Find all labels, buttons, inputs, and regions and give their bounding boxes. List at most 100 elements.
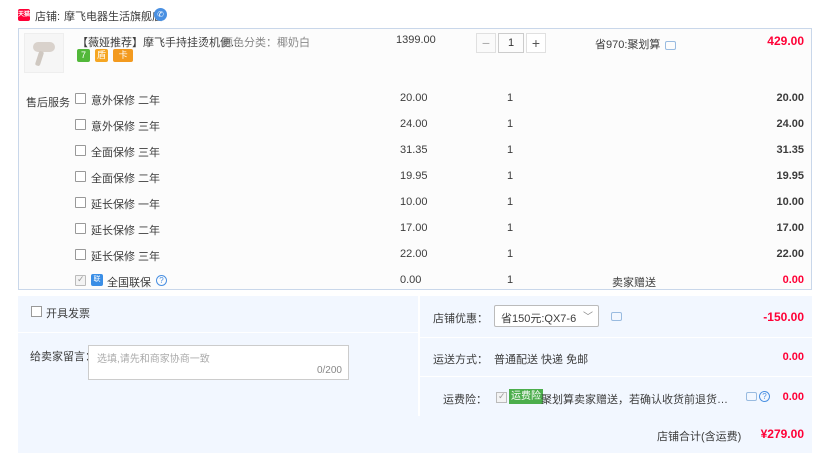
service-price: 31.35 — [400, 144, 428, 156]
insurance-checkbox — [496, 391, 507, 403]
service-name: 全面保修 二年 — [91, 173, 161, 185]
quantity-input[interactable]: 1 — [498, 33, 524, 53]
service-price: 22.00 — [400, 248, 428, 260]
steamer-handle — [34, 50, 45, 67]
service-price: 24.00 — [400, 118, 428, 130]
insurance-label: 运费险： — [443, 394, 487, 406]
tmall-icon: 天猫 — [18, 9, 30, 21]
service-row: 全面保修 二年 19.95 1 19.95 — [0, 168, 820, 188]
quantity-plus-button[interactable]: + — [526, 33, 546, 53]
divider — [420, 337, 812, 338]
service-checkbox[interactable] — [75, 197, 86, 208]
service-checkbox[interactable] — [75, 223, 86, 234]
service-amount: 31.35 — [776, 144, 804, 156]
credit-card-icon[interactable]: 卡 — [113, 49, 134, 62]
service-name: 延长保修 一年 — [91, 199, 161, 211]
service-amount: 24.00 — [776, 118, 804, 130]
service-name: 延长保修 二年 — [91, 225, 161, 237]
guarantee-name: 全国联保 — [107, 277, 151, 289]
seven-day-return-icon[interactable]: 7 — [77, 49, 90, 62]
discount-text: 省970:聚划算 — [595, 39, 661, 51]
shop-discount-label: 店铺优惠： — [433, 313, 488, 325]
product-total: 429.00 — [767, 34, 804, 48]
service-checkbox[interactable] — [75, 119, 86, 130]
service-name: 全面保修 三年 — [91, 147, 161, 159]
service-name: 意外保修 三年 — [91, 121, 161, 133]
shop-name-link[interactable]: 摩飞电器生活旗舰店 — [64, 8, 163, 24]
guarantee-shield-icon[interactable]: 盾 — [95, 49, 109, 62]
service-amount: 22.00 — [776, 248, 804, 260]
help-icon[interactable]: ? — [156, 275, 167, 286]
guarantee-row: 联 全国联保 ? 0.00 1 卖家赠送 0.00 — [0, 272, 820, 292]
message-icon[interactable] — [746, 392, 757, 401]
shop-discount-amount: -150.00 — [763, 310, 804, 324]
service-price: 10.00 — [400, 196, 428, 208]
guarantee-checkbox — [75, 274, 86, 286]
service-row: 全面保修 三年 31.35 1 31.35 — [0, 142, 820, 162]
guarantee-tip: 卖家赠送 — [612, 277, 656, 289]
service-amount: 17.00 — [776, 222, 804, 234]
product-tags: 7 盾 卡 — [77, 49, 135, 62]
shop-discount-select[interactable]: 省150元:QX7-6 ﹀ — [494, 305, 599, 327]
service-name: 延长保修 三年 — [91, 251, 161, 263]
service-row: 延长保修 三年 22.00 1 22.00 — [0, 246, 820, 266]
service-amount: 19.95 — [776, 170, 804, 182]
shipping-amount: 0.00 — [782, 351, 804, 363]
shipping-label: 运送方式： — [433, 354, 488, 366]
help-icon[interactable]: ? — [759, 391, 770, 402]
divider — [18, 332, 418, 333]
shipping-value: 普通配送 快递 免邮 — [494, 354, 589, 366]
service-quantity: 1 — [507, 144, 514, 156]
insurance-amount: 0.00 — [782, 391, 804, 403]
steamer-icon — [33, 42, 55, 52]
invoice-checkbox[interactable] — [31, 306, 42, 317]
service-quantity: 1 — [507, 92, 514, 104]
service-row: 意外保修 二年 20.00 1 20.00 — [0, 90, 820, 110]
message-placeholder: 选填,请先和商家协商一致 — [97, 354, 210, 365]
divider — [420, 376, 812, 377]
service-amount: 10.00 — [776, 196, 804, 208]
shop-header: 天猫 店铺: 摩飞电器生活旗舰店 ✆ — [0, 0, 820, 28]
product-discount: 省970:聚划算 — [595, 36, 677, 52]
service-quantity: 1 — [507, 170, 514, 182]
service-quantity: 1 — [507, 196, 514, 208]
service-quantity: 1 — [507, 222, 514, 234]
service-amount: 20.00 — [776, 92, 804, 104]
national-guarantee-icon: 联 — [91, 274, 103, 286]
service-name: 意外保修 二年 — [91, 95, 161, 107]
product-title-link[interactable]: 【薇娅推荐】摩飞手持挂烫机便... — [77, 34, 240, 50]
message-counter: 0/200 — [316, 365, 342, 376]
shop-discount-value: 省150元:QX7-6 — [501, 313, 577, 325]
insurance-badge: 运费险 — [509, 389, 543, 404]
product-image[interactable] — [24, 33, 64, 73]
service-checkbox[interactable] — [75, 93, 86, 104]
service-quantity: 1 — [507, 248, 514, 260]
service-checkbox[interactable] — [75, 145, 86, 156]
product-sku: 颜色分类：椰奶白 — [222, 37, 310, 49]
service-row: 延长保修 一年 10.00 1 10.00 — [0, 194, 820, 214]
service-row: 延长保修 二年 17.00 1 17.00 — [0, 220, 820, 240]
wangwang-icon[interactable]: ✆ — [154, 8, 167, 21]
service-price: 20.00 — [400, 92, 428, 104]
seller-message-textarea[interactable]: 选填,请先和商家协商一致 0/200 — [88, 345, 349, 380]
seller-message-label: 给卖家留言： — [30, 351, 96, 363]
service-quantity: 1 — [507, 118, 514, 130]
chevron-down-icon: ﹀ — [583, 312, 593, 323]
message-icon[interactable] — [611, 312, 622, 321]
service-price: 19.95 — [400, 170, 428, 182]
guarantee-price: 0.00 — [400, 274, 422, 286]
shop-prefix: 店铺: — [35, 11, 61, 23]
guarantee-amount: 0.00 — [782, 274, 804, 286]
service-checkbox[interactable] — [75, 171, 86, 182]
service-price: 17.00 — [400, 222, 428, 234]
quantity-stepper[interactable]: − 1 + — [476, 33, 546, 55]
invoice-label[interactable]: 开具发票 — [46, 305, 90, 321]
message-icon[interactable] — [665, 40, 677, 50]
quantity-minus-button[interactable]: − — [476, 33, 496, 53]
service-row: 意外保修 三年 24.00 1 24.00 — [0, 116, 820, 136]
product-unit-price: 1399.00 — [396, 34, 436, 46]
service-checkbox[interactable] — [75, 249, 86, 260]
shop-total-amount: ¥279.00 — [760, 427, 804, 441]
shop-total-label: 店铺合计(含运费) — [657, 431, 742, 443]
insurance-text: 聚划算卖家赠送，若确认收货前退货，可获... — [541, 394, 736, 406]
